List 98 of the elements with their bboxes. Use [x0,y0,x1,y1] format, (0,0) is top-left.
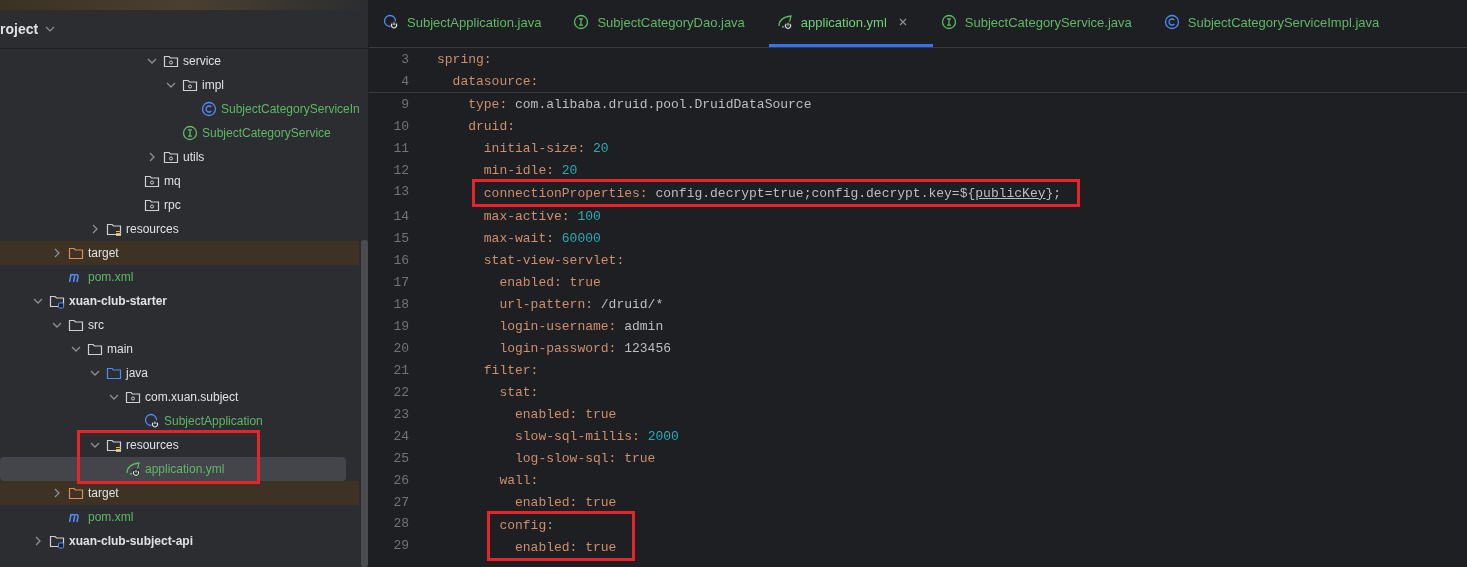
tree-item[interactable]: xuan-club-starter [0,289,359,313]
line-number: 22 [392,384,410,400]
code-line: url-pattern: /druid/* [499,296,664,312]
tree-item[interactable]: resources [0,217,359,241]
line-number: 15 [392,230,410,246]
line-number: 25 [392,450,410,466]
code-line: enabled: true [515,406,617,422]
file-tab[interactable]: SubjectApplication.java [375,0,566,47]
interface-icon [573,14,590,30]
line-number: 19 [392,318,410,334]
folder-icon [87,341,103,357]
line-number: 13 [392,183,410,201]
code-line: login-password: 123456 [499,340,672,356]
tree-item[interactable]: mq [0,169,359,193]
code-line: min-idle: 20 [483,162,578,178]
tree-item[interactable]: java [0,361,359,385]
tree-item[interactable]: rpc [0,193,359,217]
tree-item[interactable]: SubjectCategoryServiceIn [0,97,359,121]
file-tab[interactable]: SubjectCategoryService.java [932,0,1156,47]
folder-icon [68,317,84,333]
folder-icon [68,485,84,501]
tree-item[interactable]: main [0,337,359,361]
line-number: 21 [392,362,410,378]
file-tab[interactable]: SubjectCategoryDao.java [565,0,769,47]
code-line: enabled: true [499,274,601,290]
module-folder-icon [49,293,65,309]
leaf-power-icon [776,14,793,30]
tree-item[interactable]: com.xuan.subject [0,385,359,409]
line-number: 3 [400,51,410,67]
code-line: slow-sql-millis: 2000 [515,428,679,444]
code-line: druid: [468,118,515,134]
code-line: stat-view-servlet: [483,252,625,268]
class-icon [1163,14,1180,30]
code-line: spring: [437,51,492,67]
line-number: 24 [392,428,410,444]
tree-item[interactable]: pom.xml [0,505,359,529]
code-line: datasource: [452,73,539,89]
resources-folder-icon [106,221,122,237]
interface-icon [940,14,957,30]
app-power-icon [144,413,160,429]
tree-item[interactable]: SubjectApplication [0,409,359,433]
line-number: 4 [400,73,410,89]
line-number: 12 [392,162,410,178]
line-number: 28 [392,515,410,533]
line-number: 14 [392,208,410,224]
folder-icon [68,245,84,261]
file-tab[interactable]: application.yml [768,0,933,47]
resources-folder-icon [106,437,122,453]
line-number: 27 [392,494,410,510]
line-number: 16 [392,252,410,268]
line-number: 17 [392,274,410,290]
app-power-icon [383,14,399,30]
tree-item[interactable]: SubjectCategoryService [0,121,359,145]
code-line: enabled: true [515,494,617,510]
code-line: config: [499,517,554,533]
folder-icon [106,365,122,381]
code-line: login-username: admin [499,318,664,334]
code-line: initial-size: 20 [483,140,609,156]
tree-item[interactable]: target [0,481,359,505]
code-line: log-slow-sql: true [515,450,656,466]
tree-item[interactable]: application.yml [0,457,346,481]
line-number: 29 [392,537,410,555]
code-line: enabled: true [515,539,617,555]
code-line: stat: [499,384,539,400]
tree-item[interactable]: service [0,49,359,73]
scrollbar[interactable] [361,240,368,567]
line-number: 18 [392,296,410,312]
package-folder-icon [163,149,179,165]
module-folder-icon [49,533,65,549]
line-number: 26 [392,472,410,488]
file-tab[interactable]: SubjectCategoryServiceImpl.java [1155,0,1404,47]
package-folder-icon [144,197,160,213]
line-number: 9 [400,96,410,112]
package-folder-icon [144,173,160,189]
panel-title[interactable]: roject [0,21,39,37]
package-folder-icon [163,53,179,69]
tree-item[interactable]: pom.xml [0,265,359,289]
tree-item[interactable]: src [0,313,359,337]
package-folder-icon [182,77,198,93]
line-number: 23 [392,406,410,422]
code-line: wall: [499,472,539,488]
package-folder-icon [125,389,141,405]
code-line: type: com.alibaba.druid.pool.DruidDataSource [468,96,812,112]
code-line: max-wait: 60000 [483,230,601,246]
tree-item[interactable]: target [0,241,359,265]
code-line: max-active: 100 [483,208,601,224]
tree-item[interactable]: impl [0,73,359,97]
code-line: connectionProperties: config.decrypt=true;config.decrypt.key=${publicKey}; [483,185,1062,201]
tree-item[interactable]: utils [0,145,359,169]
interface-icon [182,125,198,141]
line-number: 10 [392,118,410,134]
line-number: 20 [392,340,410,356]
tree-item[interactable]: xuan-club-subject-api [0,529,359,553]
code-line: filter: [483,362,539,378]
leaf-power-icon [125,461,141,477]
line-number: 11 [392,140,410,156]
tree-item[interactable]: resources [0,433,359,457]
class-icon [201,101,217,117]
